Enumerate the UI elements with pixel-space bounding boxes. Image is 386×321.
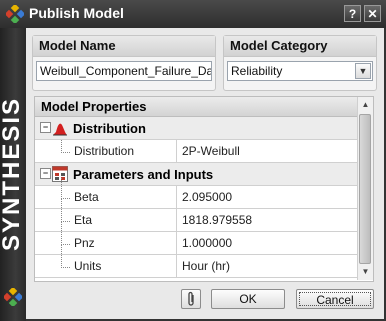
model-category-label: Model Category <box>224 36 376 57</box>
tree-guide <box>61 178 70 199</box>
ok-button[interactable]: OK <box>211 289 285 309</box>
property-name: Units <box>74 259 102 273</box>
category-name: Distribution <box>73 121 146 136</box>
tree-guide <box>61 140 70 153</box>
scroll-down-icon[interactable]: ▼ <box>359 265 372 278</box>
model-category-value: Reliability <box>231 64 283 78</box>
brand-text: SYNTHESIS <box>0 96 25 252</box>
property-name: Beta <box>74 190 99 204</box>
category-parameters-and-inputs[interactable]: − Parameters and Inputs <box>35 163 357 186</box>
model-category-group: Model Category Reliability ▼ <box>223 35 377 91</box>
collapse-icon[interactable]: − <box>40 122 51 133</box>
property-row[interactable]: Distribution 2P-Weibull <box>35 140 357 163</box>
property-name: Distribution <box>74 144 135 158</box>
property-name: Eta <box>74 213 93 227</box>
property-row[interactable]: Eta 1818.979558 <box>35 198 357 232</box>
property-row[interactable]: Pnz 1.000000 <box>35 221 357 255</box>
cancel-label: Cancel <box>299 292 371 307</box>
dialog-title: Publish Model <box>29 5 124 21</box>
model-properties-grid: Model Properties − Distribution Distribu… <box>34 96 374 282</box>
model-category-select[interactable]: Reliability ▼ <box>227 61 373 81</box>
category-name: Parameters and Inputs <box>73 167 214 182</box>
dialog-content: Model Name Weibull_Component_Failure_Dat… <box>26 28 384 319</box>
tree-guide <box>61 198 70 222</box>
publish-model-dialog: Publish Model ? ✕ SYNTHESIS Model Name W… <box>0 0 386 321</box>
category-distribution[interactable]: − Distribution <box>35 117 357 140</box>
property-value[interactable]: 1.000000 <box>176 232 232 254</box>
title-bar[interactable]: Publish Model ? ✕ <box>0 0 386 28</box>
model-name-label: Model Name <box>33 36 215 57</box>
collapse-icon[interactable]: − <box>40 168 51 179</box>
model-name-group: Model Name Weibull_Component_Failure_Dat… <box>32 35 216 91</box>
property-value[interactable]: 1818.979558 <box>176 209 252 231</box>
model-properties-header: Model Properties <box>35 97 357 117</box>
scroll-up-icon[interactable]: ▲ <box>359 98 372 111</box>
property-row[interactable]: Units Hour (hr) <box>35 244 357 278</box>
tree-guide <box>61 244 70 268</box>
distribution-icon <box>53 123 67 136</box>
chevron-down-icon[interactable]: ▼ <box>355 63 371 79</box>
attachment-button[interactable] <box>181 289 201 309</box>
property-value[interactable]: 2P-Weibull <box>176 140 240 162</box>
property-value[interactable]: Hour (hr) <box>176 255 230 277</box>
close-button[interactable]: ✕ <box>364 5 381 22</box>
help-button[interactable]: ? <box>344 5 361 22</box>
brand-sidebar: SYNTHESIS <box>0 28 26 321</box>
property-name: Pnz <box>74 236 95 250</box>
cancel-button[interactable]: Cancel <box>296 289 374 309</box>
vertical-scrollbar[interactable]: ▲ ▼ <box>357 97 373 280</box>
synthesis-logo-icon <box>6 5 24 23</box>
property-row[interactable]: Beta 2.095000 <box>35 178 357 209</box>
model-name-input[interactable]: Weibull_Component_Failure_Data <box>36 61 212 81</box>
synthesis-logo-icon <box>4 288 22 306</box>
paperclip-icon <box>188 291 194 306</box>
scrollbar-thumb[interactable] <box>359 114 371 264</box>
property-value[interactable]: 2.095000 <box>176 186 232 208</box>
tree-guide <box>61 221 70 245</box>
